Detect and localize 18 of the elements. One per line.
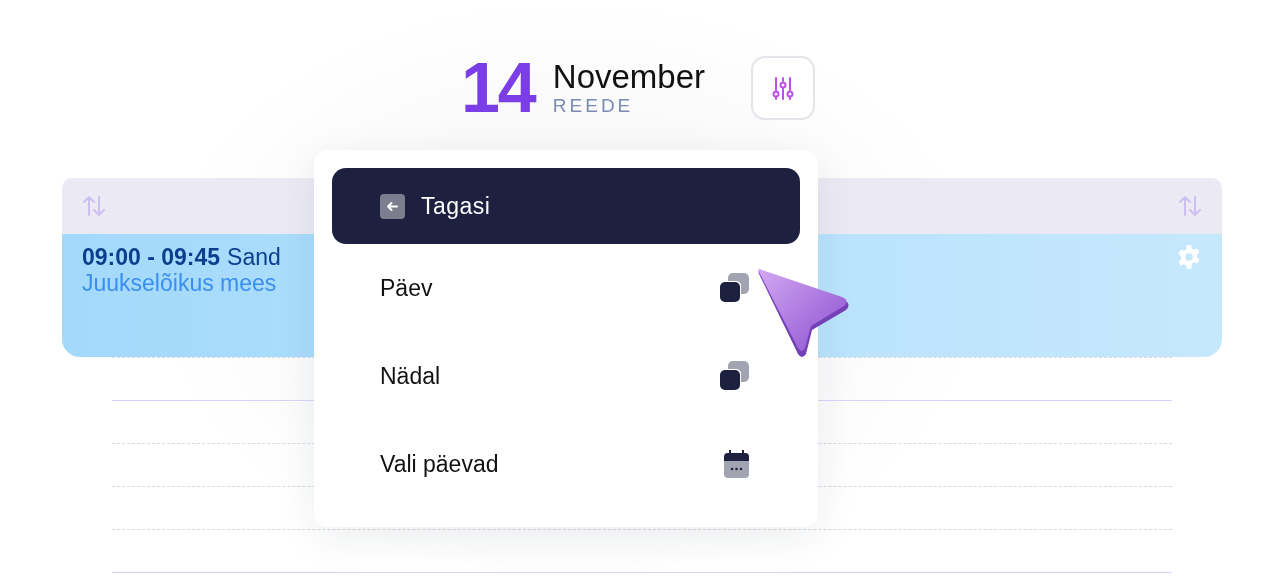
appointment-time: 09:00 - 09:45 [82, 244, 221, 271]
squares-icon [718, 360, 750, 392]
settings-icon[interactable] [1176, 244, 1202, 270]
calendar-icon [723, 449, 750, 479]
menu-item[interactable]: Päev [332, 244, 750, 332]
back-button[interactable]: Tagasi [332, 168, 800, 244]
day-number: 14 [460, 56, 535, 120]
filter-button[interactable] [751, 56, 816, 120]
month-label: November [552, 59, 706, 95]
client-name: Sand [227, 244, 281, 271]
menu-item[interactable]: Vali päevad [332, 420, 750, 508]
menu-item[interactable]: Nädal [332, 332, 750, 420]
sort-icon[interactable] [82, 195, 106, 217]
weekday-label: REEDE [552, 95, 635, 117]
service-name: Juukselõikus mees [82, 271, 278, 295]
sort-icon[interactable] [1178, 195, 1202, 217]
sliders-icon [772, 76, 795, 100]
squares-icon [718, 272, 750, 304]
